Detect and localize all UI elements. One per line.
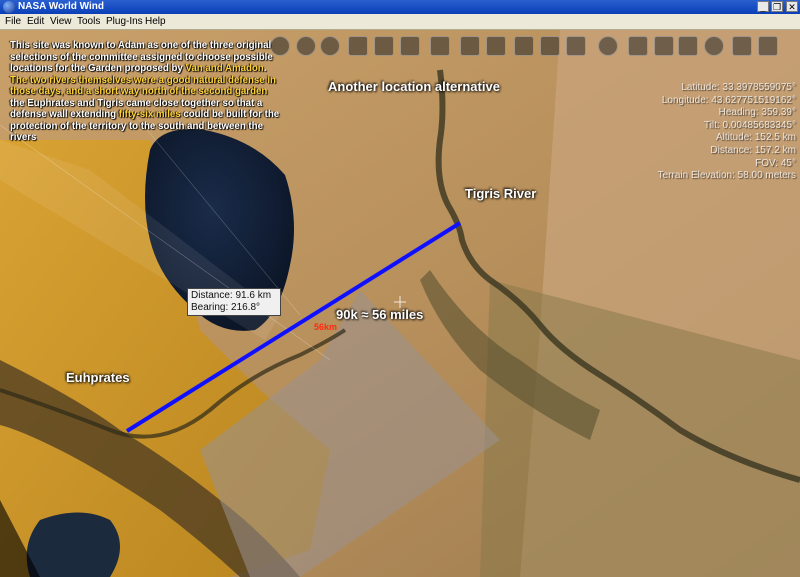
nasa-globe-icon bbox=[3, 1, 15, 13]
stars-layer-icon[interactable] bbox=[296, 36, 316, 56]
globe-view-icon[interactable] bbox=[704, 36, 724, 56]
distance-readout: Distance: 157.2 km bbox=[710, 144, 796, 156]
restore-button[interactable]: ❐ bbox=[771, 1, 783, 12]
heading-readout: Heading: 359.39° bbox=[718, 107, 796, 119]
menu-file[interactable]: File bbox=[5, 14, 21, 29]
globe-layer-icon[interactable] bbox=[270, 36, 290, 56]
topo-layer-icon[interactable] bbox=[540, 36, 560, 56]
label-another-location: Another location alternative bbox=[328, 79, 500, 94]
label-euphrates: Euhprates bbox=[66, 370, 130, 385]
menu-help[interactable]: Help bbox=[145, 14, 166, 29]
label-tigris-river: Tigris River bbox=[465, 186, 537, 201]
southern-lake bbox=[26, 512, 121, 577]
globe-viewport[interactable]: This site was known to Adam as one of th… bbox=[0, 30, 800, 577]
menu-bar: File Edit View Tools Plug-Ins Help bbox=[0, 14, 800, 30]
tilt-readout: Tilt: 0.00485683345° bbox=[703, 119, 796, 131]
minimize-button[interactable]: _ bbox=[757, 1, 769, 12]
urban-layer-icon[interactable] bbox=[566, 36, 586, 56]
placename-layer-icon[interactable] bbox=[430, 36, 450, 56]
close-button[interactable]: ✕ bbox=[786, 1, 798, 12]
boundary-layer-icon[interactable] bbox=[460, 36, 480, 56]
caption-part: . bbox=[263, 63, 267, 74]
menu-tools[interactable]: Tools bbox=[77, 14, 100, 29]
measure-tooltip: Distance: 91.6 km Bearing: 216.8° bbox=[187, 288, 281, 316]
settings-icon[interactable] bbox=[758, 36, 778, 56]
measure-bearing: Bearing: 216.8° bbox=[191, 302, 261, 313]
caption-highlight: The two rivers themselves were a good na… bbox=[10, 74, 276, 98]
layer-toolbar bbox=[258, 36, 798, 58]
menu-edit[interactable]: Edit bbox=[27, 14, 44, 29]
grid-layer-icon[interactable] bbox=[628, 36, 648, 56]
usgs-layer-icon[interactable] bbox=[514, 36, 534, 56]
position-info-panel: Latitude: 33.3978559075° Longitude: 43.6… bbox=[658, 82, 796, 183]
fov-readout: FOV: 45° bbox=[755, 157, 796, 169]
latitude-readout: Latitude: 33.3978559075° bbox=[681, 82, 796, 93]
measure-distance: Distance: 91.6 km bbox=[191, 290, 272, 301]
measure-label-km: 56km bbox=[314, 322, 338, 332]
window-title: NASA World Wind bbox=[18, 1, 105, 12]
menu-plugins[interactable]: Plug-Ins bbox=[106, 14, 143, 29]
terrain-readout: Terrain Elevation: 58.00 meters bbox=[657, 170, 796, 182]
world-wind-window: NASA World Wind _ ❐ ✕ File Edit View Too… bbox=[0, 0, 800, 577]
imagery-layer-icon[interactable] bbox=[348, 36, 368, 56]
label-wall-length: 90k ≈ 56 miles bbox=[336, 307, 424, 322]
modis-layer-icon[interactable] bbox=[400, 36, 420, 56]
longitude-readout: Longitude: 43.627751519162° bbox=[661, 94, 796, 106]
terrain-layer-icon[interactable] bbox=[486, 36, 506, 56]
atmosphere-layer-icon[interactable] bbox=[320, 36, 340, 56]
landsat-layer-icon[interactable] bbox=[374, 36, 394, 56]
title-bar: NASA World Wind _ ❐ ✕ bbox=[0, 0, 800, 14]
plugin-icon[interactable] bbox=[732, 36, 752, 56]
menu-view[interactable]: View bbox=[50, 14, 72, 29]
compass-icon[interactable] bbox=[598, 36, 618, 56]
caption-highlight: Van and Amadon bbox=[185, 63, 264, 74]
caption-highlight: fifty-six miles bbox=[118, 109, 181, 120]
altitude-readout: Altitude: 152.5 km bbox=[715, 132, 796, 144]
caption-text: This site was known to Adam as one of th… bbox=[10, 40, 282, 144]
measure-tool-icon[interactable] bbox=[654, 36, 674, 56]
scale-bar-icon[interactable] bbox=[678, 36, 698, 56]
